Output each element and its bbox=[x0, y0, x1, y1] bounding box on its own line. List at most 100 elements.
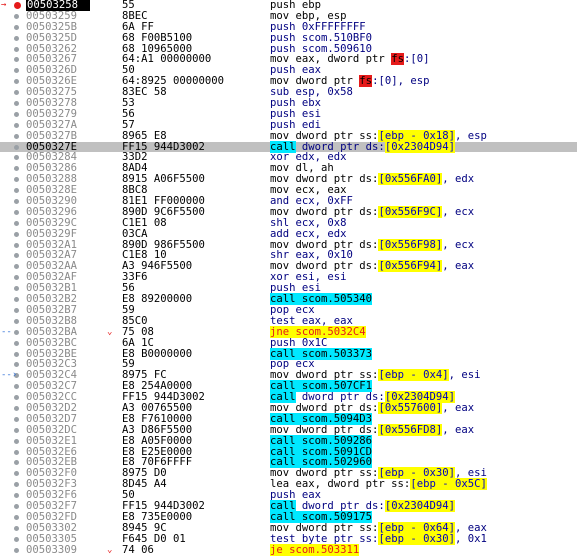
breakpoint-gutter[interactable] bbox=[0, 196, 24, 207]
breakpoint-gutter[interactable] bbox=[0, 272, 24, 283]
breakpoint-slot-icon[interactable] bbox=[14, 24, 19, 30]
breakpoint-gutter[interactable] bbox=[0, 218, 24, 229]
breakpoint-slot-icon[interactable] bbox=[14, 90, 19, 96]
breakpoint-gutter[interactable] bbox=[0, 338, 24, 349]
breakpoint-slot-icon[interactable] bbox=[14, 286, 19, 292]
breakpoint-slot-icon[interactable] bbox=[14, 395, 19, 401]
breakpoint-slot-icon[interactable] bbox=[14, 536, 19, 542]
breakpoint-gutter[interactable] bbox=[0, 403, 24, 414]
breakpoint-slot-icon[interactable] bbox=[14, 318, 19, 324]
breakpoint-gutter[interactable] bbox=[0, 229, 24, 240]
breakpoint-slot-icon[interactable] bbox=[14, 101, 19, 107]
breakpoint-slot-icon[interactable] bbox=[14, 231, 19, 237]
breakpoint-gutter[interactable] bbox=[0, 109, 24, 120]
breakpoint-slot-icon[interactable] bbox=[14, 275, 19, 281]
breakpoint-gutter[interactable] bbox=[0, 65, 24, 76]
breakpoint-gutter[interactable] bbox=[0, 120, 24, 131]
breakpoint-icon[interactable] bbox=[14, 2, 21, 9]
breakpoint-gutter[interactable] bbox=[0, 11, 24, 22]
breakpoint-slot-icon[interactable] bbox=[14, 482, 19, 488]
breakpoint-gutter[interactable] bbox=[0, 512, 24, 523]
breakpoint-slot-icon[interactable] bbox=[14, 351, 19, 357]
breakpoint-slot-icon[interactable] bbox=[14, 242, 19, 248]
breakpoint-slot-icon[interactable] bbox=[14, 166, 19, 172]
breakpoint-gutter[interactable] bbox=[0, 468, 24, 479]
breakpoint-slot-icon[interactable] bbox=[14, 133, 19, 139]
breakpoint-gutter[interactable] bbox=[0, 33, 24, 44]
breakpoint-slot-icon[interactable] bbox=[14, 177, 19, 183]
breakpoint-slot-icon[interactable] bbox=[14, 547, 19, 553]
breakpoint-gutter[interactable] bbox=[0, 457, 24, 468]
disasm-row[interactable]: 0050327B 8965 E8 mov dword ptr ss:[ebp - 0… bbox=[0, 129, 577, 142]
breakpoint-gutter[interactable] bbox=[0, 174, 24, 185]
breakpoint-slot-icon[interactable] bbox=[14, 220, 19, 226]
breakpoint-gutter[interactable] bbox=[0, 545, 24, 556]
breakpoint-gutter[interactable] bbox=[0, 501, 24, 512]
breakpoint-gutter[interactable] bbox=[0, 425, 24, 436]
breakpoint-gutter[interactable] bbox=[0, 185, 24, 196]
disasm-row[interactable]: 005032BC 6A 1C push 0x1C bbox=[0, 337, 577, 349]
breakpoint-slot-icon[interactable] bbox=[14, 405, 19, 411]
breakpoint-slot-icon[interactable] bbox=[14, 209, 19, 215]
disassembly-view[interactable]: → 00503258 55 push ebp 00503259 8BEC mov ebp, … bbox=[0, 0, 577, 560]
breakpoint-gutter[interactable] bbox=[0, 392, 24, 403]
breakpoint-slot-icon[interactable] bbox=[14, 503, 19, 509]
breakpoint-slot-icon[interactable] bbox=[14, 155, 19, 161]
disasm-row[interactable]: 005032DC A3 D86F5500 mov dword ptr ds:[0x5… bbox=[0, 423, 577, 436]
breakpoint-gutter[interactable] bbox=[0, 349, 24, 360]
breakpoint-slot-icon[interactable] bbox=[14, 438, 19, 444]
breakpoint-slot-icon[interactable] bbox=[14, 35, 19, 41]
breakpoint-gutter[interactable] bbox=[0, 414, 24, 425]
disasm-row[interactable]: 005032E1 E8 A05F0000 call scom.509286 bbox=[0, 434, 577, 447]
breakpoint-slot-icon[interactable] bbox=[14, 493, 19, 499]
breakpoint-gutter[interactable] bbox=[0, 479, 24, 490]
breakpoint-gutter[interactable]: → bbox=[0, 0, 24, 11]
breakpoint-gutter[interactable]: --› bbox=[0, 370, 24, 381]
breakpoint-gutter[interactable] bbox=[0, 359, 24, 370]
disasm-row[interactable]: 00503309 ⌄ 74 06 je scom.503311 bbox=[0, 543, 577, 556]
breakpoint-gutter[interactable] bbox=[0, 207, 24, 218]
breakpoint-slot-icon[interactable] bbox=[14, 188, 19, 194]
breakpoint-slot-icon[interactable] bbox=[14, 329, 19, 335]
breakpoint-slot-icon[interactable] bbox=[14, 122, 19, 128]
breakpoint-gutter[interactable] bbox=[0, 152, 24, 163]
breakpoint-slot-icon[interactable] bbox=[14, 144, 19, 150]
breakpoint-gutter[interactable] bbox=[0, 142, 24, 153]
breakpoint-slot-icon[interactable] bbox=[14, 427, 19, 433]
breakpoint-gutter[interactable] bbox=[0, 240, 24, 251]
breakpoint-gutter[interactable] bbox=[0, 523, 24, 534]
breakpoint-slot-icon[interactable] bbox=[14, 340, 19, 346]
breakpoint-gutter[interactable] bbox=[0, 261, 24, 272]
breakpoint-slot-icon[interactable] bbox=[14, 416, 19, 422]
disasm-row[interactable]: 00503305 F645 D0 01 test byte ptr ss:[ebp … bbox=[0, 532, 577, 545]
breakpoint-slot-icon[interactable] bbox=[14, 460, 19, 466]
breakpoint-gutter[interactable] bbox=[0, 316, 24, 327]
breakpoint-gutter[interactable] bbox=[0, 87, 24, 98]
breakpoint-gutter[interactable] bbox=[0, 436, 24, 447]
breakpoint-slot-icon[interactable] bbox=[14, 471, 19, 477]
breakpoint-slot-icon[interactable] bbox=[14, 79, 19, 85]
breakpoint-slot-icon[interactable] bbox=[14, 46, 19, 52]
breakpoint-slot-icon[interactable] bbox=[14, 514, 19, 520]
breakpoint-gutter[interactable] bbox=[0, 305, 24, 316]
breakpoint-slot-icon[interactable] bbox=[14, 111, 19, 117]
breakpoint-gutter[interactable] bbox=[0, 44, 24, 55]
breakpoint-slot-icon[interactable] bbox=[14, 384, 19, 390]
breakpoint-gutter[interactable] bbox=[0, 294, 24, 305]
breakpoint-slot-icon[interactable] bbox=[14, 297, 19, 303]
breakpoint-gutter[interactable] bbox=[0, 22, 24, 33]
breakpoint-slot-icon[interactable] bbox=[14, 449, 19, 455]
breakpoint-gutter[interactable] bbox=[0, 131, 24, 142]
breakpoint-slot-icon[interactable] bbox=[14, 199, 19, 205]
breakpoint-slot-icon[interactable] bbox=[14, 307, 19, 313]
breakpoint-gutter[interactable] bbox=[0, 250, 24, 261]
breakpoint-slot-icon[interactable] bbox=[14, 525, 19, 531]
breakpoint-gutter[interactable] bbox=[0, 283, 24, 294]
breakpoint-slot-icon[interactable] bbox=[14, 13, 19, 19]
breakpoint-slot-icon[interactable] bbox=[14, 264, 19, 270]
breakpoint-gutter[interactable] bbox=[0, 98, 24, 109]
breakpoint-gutter[interactable] bbox=[0, 163, 24, 174]
breakpoint-gutter[interactable] bbox=[0, 534, 24, 545]
breakpoint-slot-icon[interactable] bbox=[14, 362, 19, 368]
breakpoint-gutter[interactable] bbox=[0, 490, 24, 501]
